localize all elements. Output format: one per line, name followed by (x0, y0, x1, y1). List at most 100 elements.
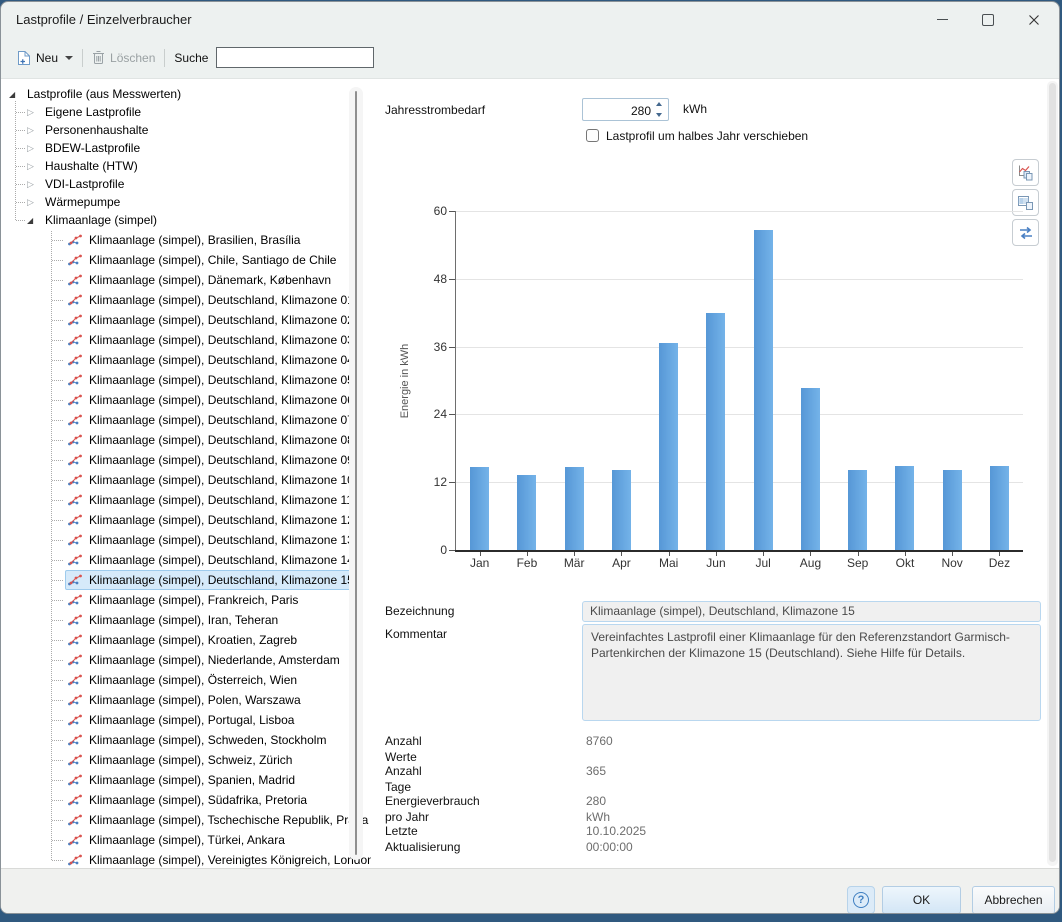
tree-leaf[interactable]: Klimaanlage (simpel), Deutschland, Klima… (65, 450, 360, 470)
tree-leaf-label: Klimaanlage (simpel), Deutschland, Klima… (87, 493, 353, 507)
load-profile-icon (68, 434, 82, 446)
tree-leaf[interactable]: Klimaanlage (simpel), Deutschland, Klima… (65, 310, 360, 330)
tree-leaf[interactable]: Klimaanlage (simpel), Brasilien, Brasíli… (65, 230, 306, 250)
tree-leaf[interactable]: Klimaanlage (simpel), Frankreich, Paris (65, 590, 304, 610)
tree-leaf[interactable]: Klimaanlage (simpel), Deutschland, Klima… (65, 390, 360, 410)
tree-root[interactable]: ◢Lastprofile (aus Messwerten) (9, 85, 181, 103)
tree-leaf[interactable]: Klimaanlage (simpel), Deutschland, Klima… (65, 430, 360, 450)
tree-leaf[interactable]: Klimaanlage (simpel), Portugal, Lisboa (65, 710, 300, 730)
minimize-button[interactable] (919, 2, 965, 37)
cancel-button[interactable]: Abbrechen (972, 886, 1055, 914)
panel-scrollbar-thumb[interactable] (1049, 83, 1056, 862)
annual-demand-stepper[interactable] (651, 99, 667, 120)
tree-leaf[interactable]: Klimaanlage (simpel), Türkei, Ankara (65, 830, 291, 850)
ok-button[interactable]: OK (882, 886, 961, 914)
collapsed-arrow-icon[interactable]: ▷ (27, 125, 43, 136)
bezeichnung-field[interactable]: Klimaanlage (simpel), Deutschland, Klima… (582, 601, 1041, 622)
spinner-down-button[interactable] (651, 110, 667, 121)
tree-item[interactable]: ▷Personenhaushalte (27, 121, 148, 139)
close-button[interactable] (1011, 2, 1057, 37)
tree-leaf[interactable]: Klimaanlage (simpel), Österreich, Wien (65, 670, 303, 690)
x-axis-tick-label: Sep (834, 556, 881, 571)
tree-leaf[interactable]: Klimaanlage (simpel), Deutschland, Klima… (65, 490, 359, 510)
collapsed-arrow-icon[interactable]: ▷ (27, 179, 43, 190)
tree-leaf[interactable]: Klimaanlage (simpel), Schweden, Stockhol… (65, 730, 332, 750)
tree-leaf[interactable]: Klimaanlage (simpel), Deutschland, Klima… (65, 550, 360, 570)
maximize-button[interactable] (965, 2, 1011, 37)
tree-leaf[interactable]: Klimaanlage (simpel), Kroatien, Zagreb (65, 630, 303, 650)
search-input[interactable] (216, 47, 374, 68)
copy-chart-button[interactable] (1012, 159, 1039, 186)
tree-leaf-label: Klimaanlage (simpel), Türkei, Ankara (87, 833, 285, 847)
tree-item-label: Wärmepumpe (43, 195, 120, 209)
tree-item-label: Personenhaushalte (43, 123, 148, 137)
tree-leaf[interactable]: Klimaanlage (simpel), Dänemark, Københav… (65, 270, 337, 290)
tree-guide-line (52, 840, 63, 841)
tree-item[interactable]: ▷Wärmepumpe (27, 193, 120, 211)
chart-gridline (456, 279, 1023, 280)
tree-leaf[interactable]: Klimaanlage (simpel), Vereinigtes Königr… (65, 850, 371, 868)
bar-jul (754, 230, 773, 550)
tree-leaf[interactable]: Klimaanlage (simpel), Deutschland, Klima… (65, 370, 360, 390)
tree-leaf[interactable]: Klimaanlage (simpel), Niederlande, Amste… (65, 650, 346, 670)
tree-guide-line (52, 280, 63, 281)
x-axis-tick-mark (858, 552, 859, 556)
x-axis-tick-label: Feb (503, 556, 550, 571)
question-mark-icon: ? (853, 892, 869, 908)
tree-leaf[interactable]: Klimaanlage (simpel), Deutschland, Klima… (65, 350, 360, 370)
tree-leaf[interactable]: Klimaanlage (simpel), Polen, Warszawa (65, 690, 307, 710)
y-axis-tick-mark (449, 482, 455, 483)
tree-leaf[interactable]: Klimaanlage (simpel), Deutschland, Klima… (65, 410, 360, 430)
tree-leaf[interactable]: Klimaanlage (simpel), Deutschland, Klima… (65, 570, 360, 590)
expanded-arrow-icon[interactable]: ◢ (9, 90, 25, 99)
tree-leaf[interactable]: Klimaanlage (simpel), Tschechische Repub… (65, 810, 371, 830)
collapsed-arrow-icon[interactable]: ▷ (27, 143, 43, 154)
tree-item-expanded[interactable]: ◢Klimaanlage (simpel) (27, 211, 157, 229)
panel-scrollbar[interactable] (1047, 81, 1058, 866)
tree-item[interactable]: ▷VDI-Lastprofile (27, 175, 124, 193)
tree-leaf-label: Klimaanlage (simpel), Deutschland, Klima… (87, 313, 354, 327)
collapsed-arrow-icon[interactable]: ▷ (27, 197, 43, 208)
shift-checkbox[interactable] (586, 129, 599, 142)
tree-leaf[interactable]: Klimaanlage (simpel), Deutschland, Klima… (65, 530, 360, 550)
tree-leaf[interactable]: Klimaanlage (simpel), Spanien, Madrid (65, 770, 301, 790)
tree-guide-line (52, 600, 63, 601)
tree-leaf[interactable]: Klimaanlage (simpel), Schweiz, Zürich (65, 750, 298, 770)
tree-leaf[interactable]: Klimaanlage (simpel), Deutschland, Klima… (65, 290, 360, 310)
tree-leaf-label: Klimaanlage (simpel), Südafrika, Pretori… (87, 793, 307, 807)
expanded-arrow-icon[interactable]: ◢ (27, 216, 43, 225)
x-axis-tick-label: Mär (551, 556, 598, 571)
tree-guide-line (52, 360, 63, 361)
load-profile-icon (68, 674, 82, 686)
tree-scrollbar-thumb[interactable] (355, 91, 357, 855)
tree-leaf-label: Klimaanlage (simpel), Spanien, Madrid (87, 773, 295, 787)
tree-leaf[interactable]: Klimaanlage (simpel), Deutschland, Klima… (65, 330, 360, 350)
tree-scrollbar[interactable] (349, 87, 363, 860)
collapsed-arrow-icon[interactable]: ▷ (27, 161, 43, 172)
tree-leaf[interactable]: Klimaanlage (simpel), Südafrika, Pretori… (65, 790, 313, 810)
load-profile-icon (68, 714, 82, 726)
bottom-bar: ? OK Abbrechen (1, 868, 1059, 914)
tree-leaf[interactable]: Klimaanlage (simpel), Deutschland, Klima… (65, 510, 360, 530)
tree-item[interactable]: ▷Haushalte (HTW) (27, 157, 138, 175)
help-button[interactable]: ? (847, 886, 875, 914)
tree-leaf-label: Klimaanlage (simpel), Deutschland, Klima… (87, 573, 354, 587)
tree-leaf-label: Klimaanlage (simpel), Deutschland, Klima… (87, 533, 354, 547)
spinner-up-button[interactable] (651, 99, 667, 110)
tree-leaf-label: Klimaanlage (simpel), Portugal, Lisboa (87, 713, 294, 727)
kommentar-field[interactable]: Vereinfachtes Lastprofil einer Klimaanla… (582, 624, 1041, 721)
y-axis-label: Energie in kWh (399, 344, 411, 419)
new-button[interactable]: Neu (17, 50, 73, 66)
tree-item[interactable]: ▷BDEW-Lastprofile (27, 139, 140, 157)
delete-button[interactable]: Löschen (92, 50, 155, 65)
info-row-value: 280 kWh (586, 793, 610, 809)
tree-leaf[interactable]: Klimaanlage (simpel), Deutschland, Klima… (65, 470, 360, 490)
tree-guide-line (52, 340, 63, 341)
dialog-window: Lastprofile / Einzelverbraucher Neu Lösc… (0, 1, 1060, 914)
collapsed-arrow-icon[interactable]: ▷ (27, 107, 43, 118)
tree-item[interactable]: ▷Eigene Lastprofile (27, 103, 141, 121)
annual-demand-label: Jahresstrombedarf (385, 102, 485, 118)
annual-demand-input[interactable] (585, 100, 653, 121)
tree-leaf[interactable]: Klimaanlage (simpel), Chile, Santiago de… (65, 250, 342, 270)
tree-leaf[interactable]: Klimaanlage (simpel), Iran, Teheran (65, 610, 284, 630)
